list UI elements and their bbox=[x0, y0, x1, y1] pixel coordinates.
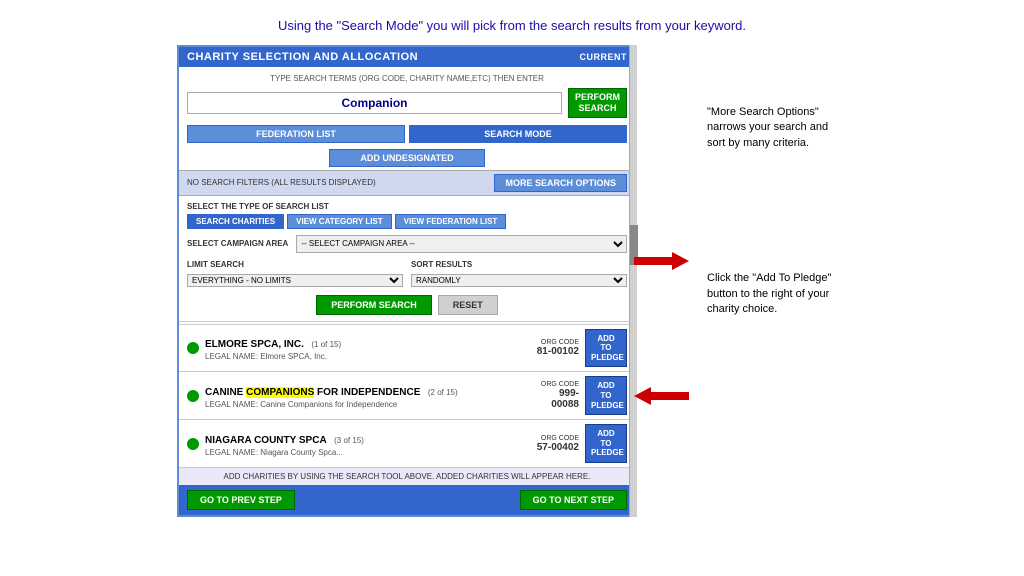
charity-circle-2 bbox=[187, 390, 199, 402]
org-code-val-1: 81-00102 bbox=[537, 346, 579, 357]
charity-count-2: (2 of 15) bbox=[428, 388, 458, 397]
top-instruction: Using the "Search Mode" you will pick fr… bbox=[0, 0, 1024, 45]
charity-name-3: NIAGARA COUNTY SPCA bbox=[205, 435, 327, 446]
annotation-top: "More Search Options" narrows your searc… bbox=[707, 105, 847, 151]
sort-label: SORT RESULTS bbox=[411, 260, 627, 269]
scrollbar[interactable] bbox=[629, 45, 637, 517]
charity-result-1: ELMORE SPCA, INC. (1 of 15) LEGAL NAME: … bbox=[179, 324, 635, 372]
perform-search-button[interactable]: PERFORM SEARCH bbox=[316, 295, 432, 315]
view-category-button[interactable]: VIEW CATEGORY LIST bbox=[287, 214, 392, 229]
charity-legal-2: LEGAL NAME: Canine Companions for Indepe… bbox=[205, 400, 535, 409]
campaign-area-section: SELECT CAMPAIGN AREA -- SELECT CAMPAIGN … bbox=[179, 231, 635, 260]
search-input[interactable] bbox=[187, 92, 562, 114]
annotation-bottom: Click the "Add To Pledge" button to the … bbox=[707, 271, 847, 317]
annotations: "More Search Options" narrows your searc… bbox=[637, 45, 847, 517]
charity-name-2: CANINE COMPANIONS FOR INDEPENDENCE bbox=[205, 387, 420, 398]
charity-info-2: CANINE COMPANIONS FOR INDEPENDENCE (2 of… bbox=[205, 382, 535, 409]
org-code-label-1: ORG CODE bbox=[537, 339, 579, 346]
charity-info-1: ELMORE SPCA, INC. (1 of 15) LEGAL NAME: … bbox=[205, 334, 531, 361]
charity-org-code-1: ORG CODE 81-00102 bbox=[537, 339, 579, 357]
limit-group: LIMIT SEARCH EVERYTHING - NO LIMITS bbox=[187, 260, 403, 287]
type-instruction: TYPE SEARCH TERMS (ORG CODE, CHARITY NAM… bbox=[187, 71, 627, 86]
results-text: NO SEARCH FILTERS (ALL RESULTS DISPLAYED… bbox=[187, 178, 376, 187]
more-search-options-button[interactable]: MORE SEARCH OPTIONS bbox=[494, 174, 627, 192]
charity-circle-3 bbox=[187, 438, 199, 450]
limit-sort-row: LIMIT SEARCH EVERYTHING - NO LIMITS SORT… bbox=[179, 260, 635, 291]
charity-count-1: (1 of 15) bbox=[311, 340, 341, 349]
charity-legal-1: LEGAL NAME: Elmore SPCA, Inc. bbox=[205, 352, 531, 361]
add-to-pledge-button-3[interactable]: ADD TO PLEDGE bbox=[585, 424, 627, 463]
view-federation-button[interactable]: VIEW FEDERATION LIST bbox=[395, 214, 507, 229]
search-results-bar: NO SEARCH FILTERS (ALL RESULTS DISPLAYED… bbox=[179, 170, 635, 196]
charity-info-3: NIAGARA COUNTY SPCA (3 of 15) LEGAL NAME… bbox=[205, 430, 531, 457]
org-code-val-3: 57-00402 bbox=[537, 442, 579, 453]
sort-select[interactable]: RANDOMLY bbox=[411, 274, 627, 287]
charity-count-3: (3 of 15) bbox=[334, 436, 364, 445]
org-code-label-3: ORG CODE bbox=[537, 435, 579, 442]
nav-buttons-row: FEDERATION LIST SEARCH MODE bbox=[179, 122, 635, 146]
search-type-label: SELECT THE TYPE OF SEARCH LIST bbox=[187, 202, 627, 211]
perform-search-top-button[interactable]: PERFORM SEARCH bbox=[568, 88, 627, 118]
perform-search-row: PERFORM SEARCH RESET bbox=[179, 291, 635, 319]
current-label: CURRENT bbox=[580, 52, 628, 62]
add-to-pledge-button-2[interactable]: ADD TO PLEDGE bbox=[585, 376, 627, 415]
limit-label: LIMIT SEARCH bbox=[187, 260, 403, 269]
panel-title: CHARITY SELECTION AND ALLOCATION bbox=[187, 51, 418, 63]
instruction-text: Using the "Search Mode" you will pick fr… bbox=[278, 18, 746, 33]
campaign-area-row: SELECT CAMPAIGN AREA -- SELECT CAMPAIGN … bbox=[187, 235, 627, 253]
reset-button[interactable]: RESET bbox=[438, 295, 498, 315]
arrow-add-to-pledge bbox=[634, 387, 689, 405]
arrow-more-search bbox=[634, 252, 689, 270]
charity-legal-3: LEGAL NAME: Niagara County Spca... bbox=[205, 448, 531, 457]
search-charities-button[interactable]: SEARCH CHARITIES bbox=[187, 214, 284, 229]
charity-name-1: ELMORE SPCA, INC. bbox=[205, 339, 304, 350]
org-code-val-2: 999-00088 bbox=[551, 388, 579, 410]
charity-panel: CHARITY SELECTION AND ALLOCATION CURRENT… bbox=[177, 45, 637, 517]
charity-org-code-3: ORG CODE 57-00402 bbox=[537, 435, 579, 453]
search-type-section: SELECT THE TYPE OF SEARCH LIST SEARCH CH… bbox=[179, 196, 635, 231]
campaign-area-select[interactable]: -- SELECT CAMPAIGN AREA -- bbox=[296, 235, 627, 253]
footer-note: ADD CHARITIES BY USING THE SEARCH TOOL A… bbox=[179, 467, 635, 485]
type-instruction-text: TYPE SEARCH TERMS (ORG CODE, CHARITY NAM… bbox=[270, 74, 544, 83]
search-type-buttons: SEARCH CHARITIES VIEW CATEGORY LIST VIEW… bbox=[187, 214, 627, 229]
org-code-label-2: ORG CODE bbox=[541, 381, 579, 388]
sort-group: SORT RESULTS RANDOMLY bbox=[411, 260, 627, 287]
panel-header: CHARITY SELECTION AND ALLOCATION CURRENT bbox=[179, 47, 635, 67]
charity-result-3: NIAGARA COUNTY SPCA (3 of 15) LEGAL NAME… bbox=[179, 419, 635, 467]
add-undesignated-button[interactable]: ADD UNDESIGNATED bbox=[329, 149, 484, 167]
search-mode-button[interactable]: SEARCH MODE bbox=[409, 125, 627, 143]
charity-result-2: CANINE COMPANIONS FOR INDEPENDENCE (2 of… bbox=[179, 371, 635, 419]
federation-list-button[interactable]: FEDERATION LIST bbox=[187, 125, 405, 143]
limit-select[interactable]: EVERYTHING - NO LIMITS bbox=[187, 274, 403, 287]
next-step-button[interactable]: GO TO NEXT STEP bbox=[520, 490, 627, 510]
add-to-pledge-button-1[interactable]: ADD TO PLEDGE bbox=[585, 329, 627, 368]
panel-footer-buttons: GO TO PREV STEP GO TO NEXT STEP bbox=[179, 485, 635, 515]
add-undesignated-row: ADD UNDESIGNATED bbox=[179, 146, 635, 170]
campaign-area-label: SELECT CAMPAIGN AREA bbox=[187, 239, 288, 248]
prev-step-button[interactable]: GO TO PREV STEP bbox=[187, 490, 295, 510]
charity-circle-1 bbox=[187, 342, 199, 354]
charity-org-code-2: ORG CODE 999-00088 bbox=[541, 381, 579, 410]
